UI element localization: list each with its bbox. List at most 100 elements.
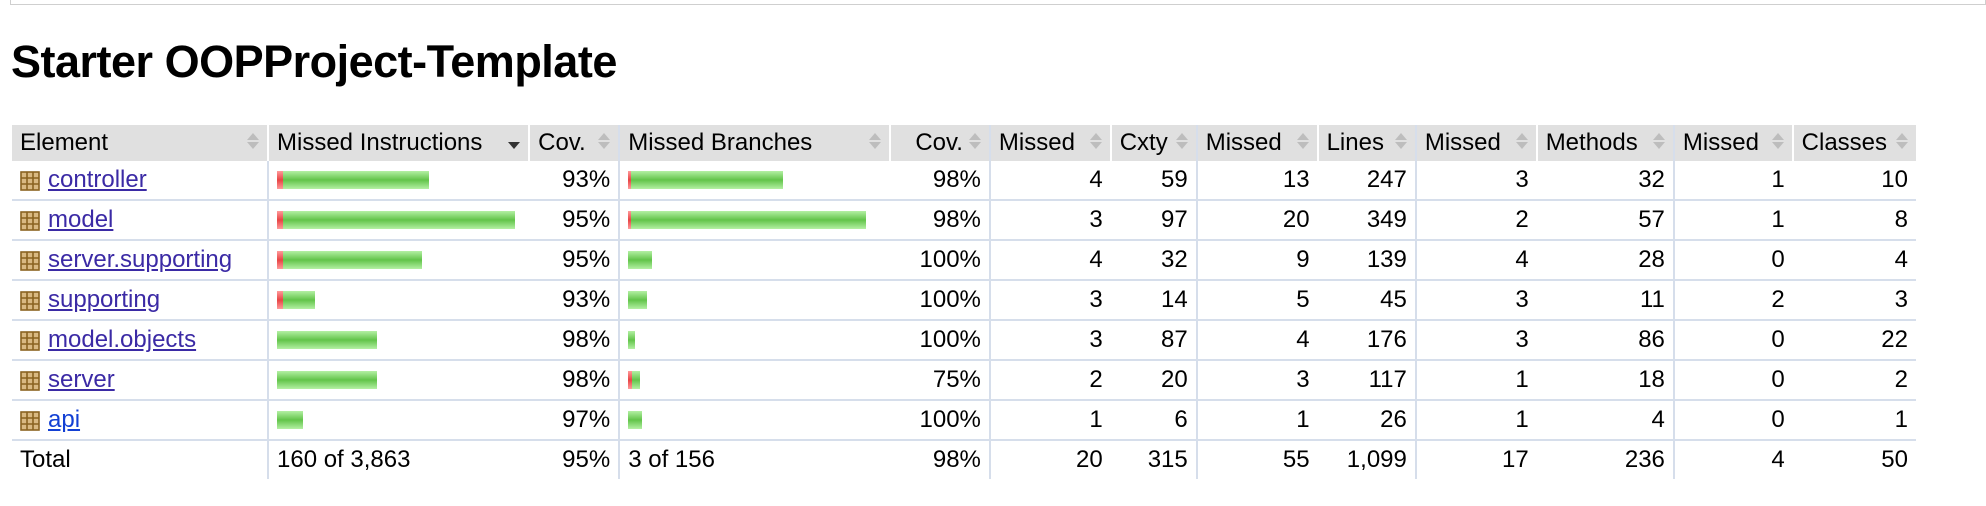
missed-methods-cell: 3: [1415, 320, 1537, 361]
missed-cxty-cell: 1: [989, 400, 1111, 441]
missed-classes-cell: 1: [1673, 200, 1793, 241]
package-link[interactable]: controller: [48, 166, 147, 194]
header-methods[interactable]: Methods: [1536, 125, 1675, 161]
header-element[interactable]: Element: [12, 125, 269, 161]
header-cxty[interactable]: Cxty: [1110, 125, 1198, 161]
header-missed-instructions[interactable]: Missed Instructions: [268, 125, 531, 161]
sort-icon: [1515, 133, 1528, 153]
package-icon: [20, 330, 40, 351]
header-branch-cov[interactable]: Cov.: [889, 125, 991, 161]
sort-icon: [1652, 133, 1665, 153]
missed-cxty-cell: 3: [989, 200, 1111, 241]
missed-methods-cell: 1: [1415, 360, 1537, 401]
header-lines[interactable]: Lines: [1317, 125, 1417, 161]
missed-lines-cell: 13: [1196, 161, 1318, 201]
lines-cell: 45: [1317, 280, 1417, 321]
package-link[interactable]: server.supporting: [48, 246, 232, 274]
instr-cov-cell: 95%: [529, 200, 621, 241]
header-missed-branches[interactable]: Missed Branches: [619, 125, 891, 161]
header-missed-lines[interactable]: Missed: [1196, 125, 1319, 161]
missed-cxty-cell: 2: [989, 360, 1111, 401]
package-icon: [20, 290, 40, 311]
methods-cell: 18: [1536, 360, 1675, 401]
branches-bar-cell: [619, 320, 890, 361]
classes-cell: 1: [1792, 400, 1916, 441]
total-row: Total 160 of 3,863 95% 3 of 156 98% 20 3…: [12, 440, 1916, 479]
instructions-coverage-bar: [277, 211, 521, 229]
instructions-coverage-bar: [277, 251, 521, 269]
package-link[interactable]: model.objects: [48, 326, 196, 354]
branches-bar-cell: [619, 240, 890, 281]
element-cell: api: [12, 400, 269, 441]
branch-cov-cell: 75%: [889, 360, 991, 401]
header-missed-methods[interactable]: Missed: [1415, 125, 1538, 161]
classes-cell: 10: [1792, 161, 1916, 201]
table-row: supporting 93% 100% 3 14 5 45 3 11 2 3: [12, 280, 1916, 321]
missed-lines-cell: 9: [1196, 240, 1318, 281]
header-missed-classes[interactable]: Missed: [1673, 125, 1794, 161]
element-cell: model.objects: [12, 320, 269, 361]
total-missed-classes: 4: [1771, 446, 1785, 473]
instr-cov-cell: 95%: [529, 240, 621, 281]
missed-lines-cell: 4: [1196, 320, 1318, 361]
instr-cov-cell: 98%: [529, 360, 621, 401]
total-missed-methods: 17: [1501, 446, 1529, 473]
total-instructions: 160 of 3,863: [277, 446, 411, 473]
classes-cell: 4: [1792, 240, 1916, 281]
missed-lines-cell: 1: [1196, 400, 1318, 441]
cxty-cell: 6: [1110, 400, 1198, 441]
instructions-coverage-bar: [277, 411, 521, 429]
total-methods: 236: [1536, 440, 1675, 479]
sort-icon: [1089, 133, 1102, 153]
branches-bar-cell: [619, 400, 890, 441]
branches-bar-cell: [619, 360, 890, 401]
branches-coverage-bar: [628, 211, 881, 229]
methods-cell: 86: [1536, 320, 1675, 361]
cxty-cell: 87: [1110, 320, 1198, 361]
instructions-coverage-bar: [277, 371, 521, 389]
package-link[interactable]: model: [48, 206, 113, 234]
header-missed-cxty[interactable]: Missed: [989, 125, 1112, 161]
breadcrumb-bar: [10, 0, 1986, 5]
instructions-bar-cell: [268, 200, 530, 241]
branches-coverage-bar: [628, 171, 881, 189]
missed-lines-cell: 5: [1196, 280, 1318, 321]
missed-classes-cell: 0: [1673, 400, 1793, 441]
instr-cov-cell: 98%: [529, 320, 621, 361]
branch-cov-cell: 98%: [889, 200, 991, 241]
header-instr-cov[interactable]: Cov.: [529, 125, 621, 161]
header-classes[interactable]: Classes: [1792, 125, 1916, 161]
sort-icon: [1394, 133, 1407, 153]
table-row: model 95% 98% 3 97 20 349 2 57 1 8: [12, 200, 1916, 241]
total-missed-cxty: 20: [1076, 446, 1103, 473]
package-link[interactable]: supporting: [48, 286, 160, 314]
missed-classes-cell: 1: [1673, 161, 1793, 201]
missed-lines-cell: 20: [1196, 200, 1318, 241]
methods-cell: 4: [1536, 400, 1675, 441]
total-classes: 50: [1881, 446, 1908, 473]
total-label: Total: [12, 440, 269, 479]
branches-coverage-bar: [628, 411, 881, 429]
missed-classes-cell: 2: [1673, 280, 1793, 321]
branches-bar-cell: [619, 200, 890, 241]
table-row: controller 93% 98% 4 59 13 247 3 32 1 10: [12, 161, 1916, 201]
branches-coverage-bar: [628, 371, 881, 389]
total-cxty: 315: [1110, 440, 1198, 479]
classes-cell: 22: [1792, 320, 1916, 361]
package-link[interactable]: server: [48, 366, 115, 394]
sort-icon: [1896, 133, 1908, 153]
sort-icon: [598, 133, 611, 153]
package-icon: [20, 250, 40, 271]
instr-cov-cell: 93%: [529, 280, 621, 321]
package-link[interactable]: api: [48, 406, 80, 434]
package-icon: [20, 170, 40, 191]
branch-cov-cell: 100%: [889, 320, 991, 361]
element-cell: server.supporting: [12, 240, 269, 281]
cxty-cell: 97: [1110, 200, 1198, 241]
branches-coverage-bar: [628, 291, 881, 309]
instructions-bar-cell: [268, 280, 530, 321]
branch-cov-cell: 100%: [889, 400, 991, 441]
table-header-row: Element Missed Instructions Cov. Missed …: [12, 125, 1916, 161]
classes-cell: 3: [1792, 280, 1916, 321]
total-branch-cov: 98%: [889, 440, 991, 479]
